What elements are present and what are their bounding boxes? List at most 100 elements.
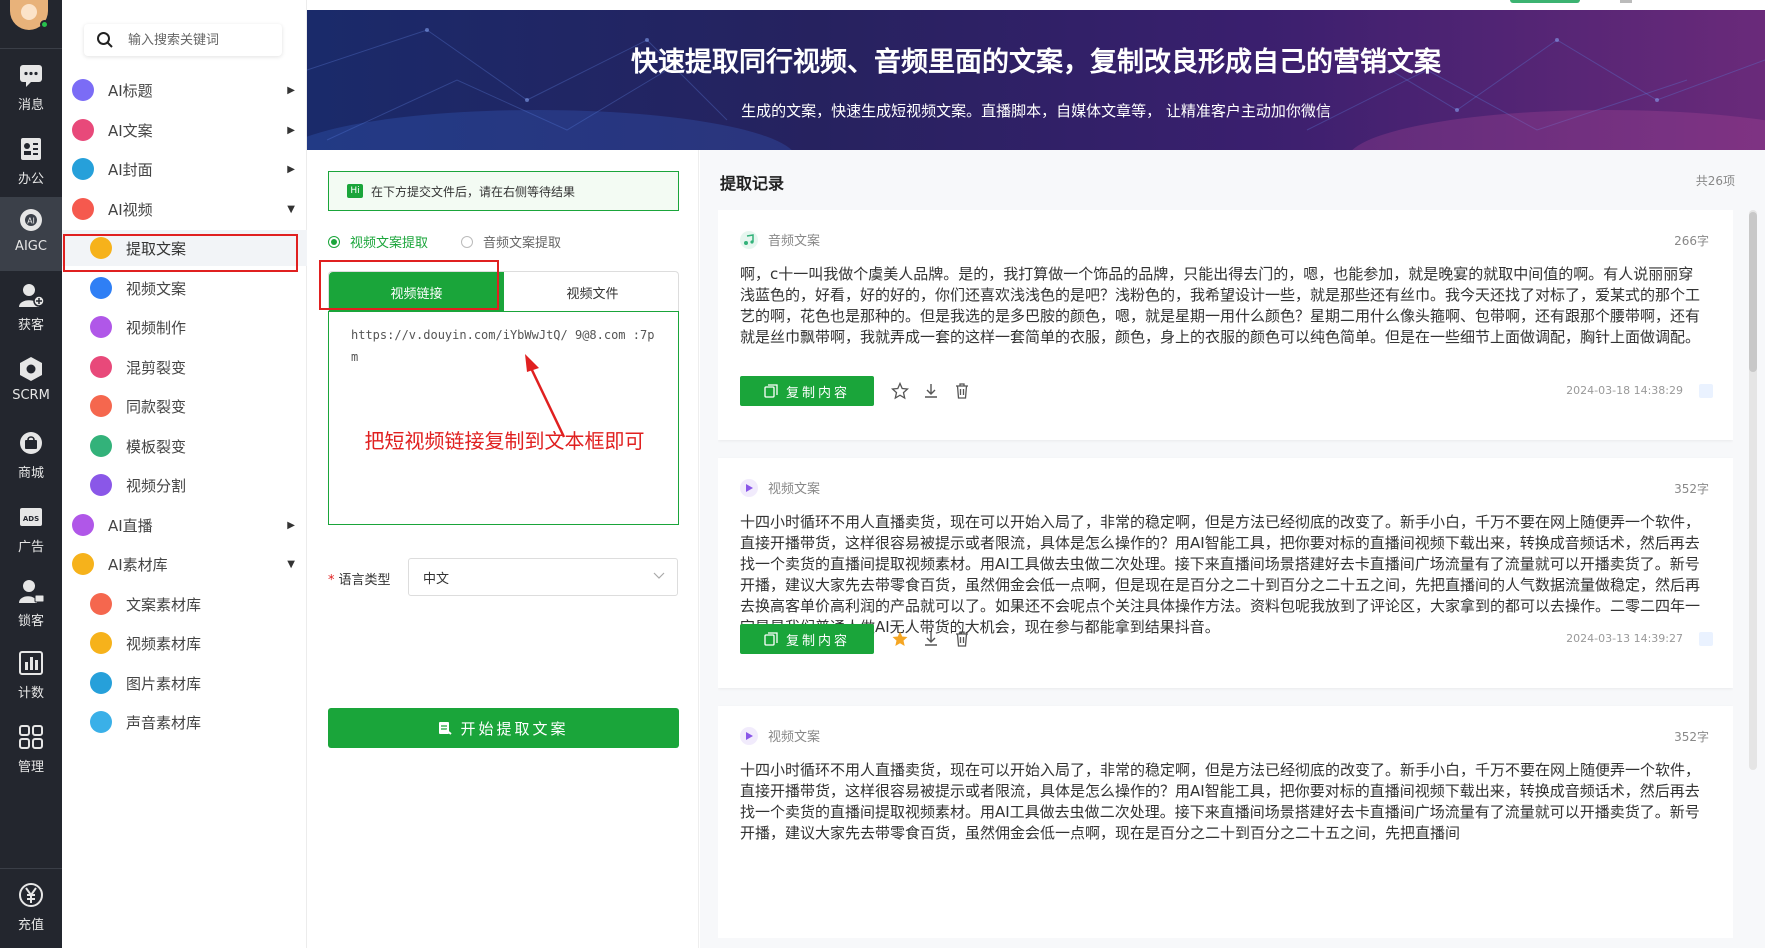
rail-item-count[interactable]: 计数 <box>0 640 62 714</box>
search-icon <box>97 32 113 48</box>
record-text: 啊，c十一叫我做个虞美人品牌。是的，我打算做一个饰品的品牌，只能出得去门的，嗯，… <box>740 265 1701 346</box>
sidebar-item[interactable]: 视频制作 <box>62 309 307 345</box>
document-icon <box>439 722 453 735</box>
sidebar-item[interactable]: 视频文案 <box>62 270 307 306</box>
top-indicator <box>1620 0 1632 3</box>
chevron-down-icon <box>653 572 665 579</box>
sidebar-item[interactable]: AI直播 ▶ <box>62 507 307 543</box>
rail-item-lock-customer[interactable]: 锁客 <box>0 568 62 642</box>
radio-dot <box>461 235 473 248</box>
radio-label: 视频文案提取 <box>350 236 429 251</box>
banner-title: 快速提取同行视频、音频里面的文案，复制改良形成自己的营销文案 <box>631 47 1441 78</box>
rail-item-scrm[interactable]: SCRM <box>0 346 62 420</box>
rail-item-manage[interactable]: 管理 <box>0 714 62 788</box>
copy-content-button[interactable]: 复制内容 <box>740 624 874 654</box>
radio-audio-extract[interactable]: 音频文案提取 <box>461 232 561 251</box>
menu-item-icon <box>90 435 112 457</box>
sidebar-item[interactable]: 同款裂变 <box>62 388 307 424</box>
download-icon[interactable] <box>922 630 940 648</box>
sidebar-item[interactable]: 声音素材库 <box>62 704 307 740</box>
url-value: https://v.douyin.com/iYbWwJtQ/ 9@8.com :… <box>351 328 655 364</box>
sidebar-item[interactable]: 视频素材库 <box>62 625 307 661</box>
record-card: 视频文案 352字 十四小时循环不用人直播卖货，现在可以开始入局了，非常的稳定啊，但… <box>718 458 1733 688</box>
star-icon[interactable] <box>891 382 909 400</box>
divider <box>0 48 62 49</box>
rail-item-recharge[interactable]: 充值 <box>0 872 62 946</box>
sidebar-item[interactable]: AI封面 ▶ <box>62 151 307 187</box>
rail-label: AIGC <box>15 239 47 254</box>
count-icon <box>16 648 46 678</box>
record-card: 音频文案 266字 啊，c十一叫我做个虞美人品牌。是的，我打算做一个饰品的品牌，只能… <box>718 210 1733 440</box>
chat-icon <box>16 60 46 90</box>
chevron-right-icon: ▶ <box>287 124 295 136</box>
trash-icon[interactable] <box>953 630 971 648</box>
sidebar-item-label: 视频分割 <box>126 476 187 495</box>
menu-item-icon <box>72 553 94 575</box>
search-box[interactable] <box>84 24 282 56</box>
rail-item-acquire[interactable]: 获客 <box>0 272 62 346</box>
sidebar-item-label: 文案素材库 <box>126 595 202 614</box>
start-button-label: 开始提取文案 <box>460 719 569 738</box>
play-icon <box>740 726 758 745</box>
search-input[interactable] <box>126 31 266 49</box>
expand-icon[interactable] <box>1699 632 1713 646</box>
scrollbar[interactable] <box>1749 210 1757 770</box>
sidebar-item[interactable]: 图片素材库 <box>62 665 307 701</box>
sidebar-item[interactable]: AI素材库 ▼ <box>62 546 307 582</box>
record-type: 视频文案 <box>740 726 820 745</box>
record-card: 视频文案 352字 十四小时循环不用人直播卖货，现在可以开始入局了，非常的稳定啊，但… <box>718 706 1733 938</box>
sidebar-item[interactable]: 混剪裂变 <box>62 349 307 385</box>
menu-item-icon <box>90 474 112 496</box>
radio-video-extract[interactable]: 视频文案提取 <box>328 232 428 251</box>
sidebar-item-label: AI标题 <box>108 81 153 100</box>
record-type-label: 音频文案 <box>768 234 821 249</box>
radio-label: 音频文案提取 <box>483 236 562 251</box>
sidebar-item-label: AI封面 <box>108 160 153 179</box>
trash-icon[interactable] <box>953 382 971 400</box>
records-panel: 提取记录 共26项 音频文案 266字 啊，c十一叫我做个虞美人品牌。是的，我打算做… <box>700 150 1765 948</box>
rail-item-messages[interactable]: 消息 <box>0 52 62 126</box>
banner: 快速提取同行视频、音频里面的文案，复制改良形成自己的营销文案 生成的文案，快速生… <box>307 10 1765 150</box>
sidebar-item-label: 同款裂变 <box>126 397 187 416</box>
sidebar-item[interactable]: 模板裂变 <box>62 428 307 464</box>
rail-item-shop[interactable]: 商城 <box>0 420 62 494</box>
sidebar-item-label: 模板裂变 <box>126 437 187 456</box>
copy-content-button[interactable]: 复制内容 <box>740 376 874 406</box>
sidebar-item[interactable]: AI标题 ▶ <box>62 72 307 108</box>
sidebar-item-label: AI素材库 <box>108 555 168 574</box>
rail-item-office[interactable]: 办公 <box>0 126 62 200</box>
copy-icon <box>764 384 778 398</box>
shop-icon <box>16 428 46 458</box>
sidebar-item[interactable]: 文案素材库 <box>62 586 307 622</box>
sidebar-item[interactable]: 视频分割 <box>62 467 307 503</box>
chevron-right-icon: ▶ <box>287 519 295 531</box>
record-type-label: 视频文案 <box>768 482 821 497</box>
url-textarea[interactable]: https://v.douyin.com/iYbWwJtQ/ 9@8.com :… <box>328 311 679 525</box>
rail-label: SCRM <box>12 388 50 403</box>
language-select[interactable]: 中文 <box>408 558 678 596</box>
sidebar-item[interactable]: AI文案 ▶ <box>62 112 307 148</box>
record-type-label: 视频文案 <box>768 730 821 745</box>
record-char-count: 352字 <box>1674 730 1709 744</box>
extract-form: Hi 在下方提交文件后，请在右侧等待结果 视频文案提取 音频文案提取 视频链接 … <box>307 150 699 948</box>
expand-icon[interactable] <box>1699 384 1713 398</box>
rail-label: 锁客 <box>17 614 44 629</box>
tab-video-file[interactable]: 视频文件 <box>505 272 680 312</box>
rail-label: 管理 <box>17 760 44 775</box>
sidebar-item[interactable]: AI视频 ▼ <box>62 191 307 227</box>
download-icon[interactable] <box>922 382 940 400</box>
language-label: * 语言类型 <box>328 573 391 588</box>
records-list[interactable]: 音频文案 266字 啊，c十一叫我做个虞美人品牌。是的，我打算做一个饰品的品牌，只能… <box>718 210 1733 938</box>
scrollbar-thumb[interactable] <box>1749 212 1757 372</box>
radio-dot <box>328 235 340 248</box>
star-icon[interactable] <box>891 630 909 648</box>
start-extract-button[interactable]: 开始提取文案 <box>328 708 679 748</box>
rail-item-aigc[interactable]: AI AIGC <box>0 197 62 271</box>
rail-item-ads[interactable]: ADS 广告 <box>0 494 62 568</box>
music-icon <box>740 230 758 249</box>
divider <box>0 868 62 869</box>
record-timestamp: 2024-03-13 14:39:27 <box>1566 632 1683 645</box>
highlight-box <box>63 234 298 272</box>
sidebar-item-label: 视频素材库 <box>126 634 202 653</box>
sidebar-item-label: AI文案 <box>108 121 153 140</box>
